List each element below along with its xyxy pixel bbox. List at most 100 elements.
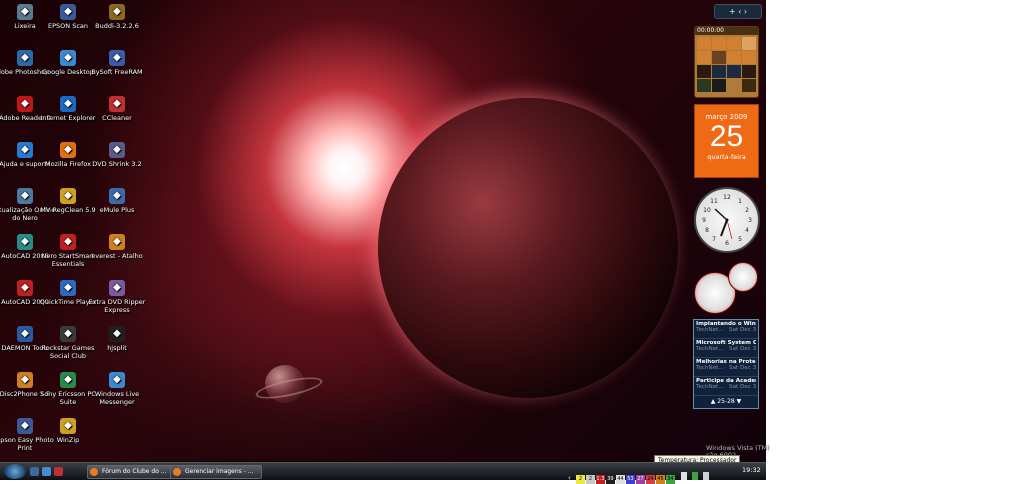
taskbar-item-forum[interactable]: Fórum do Clube do ... <box>87 465 179 479</box>
desktop-icon-label: BySoft FreeRAM <box>91 68 143 76</box>
sidebar-controls[interactable]: + ‹ › <box>714 4 762 19</box>
desktop-icon-label: eMule Plus <box>99 206 135 214</box>
hjsplit-icon: ◆ <box>109 326 125 342</box>
epson-photo-icon: ◆ <box>17 418 33 434</box>
dvd-ripper-icon: ◆ <box>109 280 125 296</box>
switch-windows-icon[interactable] <box>42 467 51 476</box>
svg-text:12: 12 <box>723 194 731 201</box>
tray-readout[interactable]: 45 <box>655 475 665 484</box>
firefox-icon: ◆ <box>60 142 76 158</box>
svg-text:3: 3 <box>748 217 752 224</box>
scanner-icon: ◆ <box>60 4 76 20</box>
clock-face-icon: 12 12 3 45 6 78 9 10 11 <box>702 194 752 247</box>
trash-icon: ◆ <box>17 4 33 20</box>
help-icon: ◆ <box>17 142 33 158</box>
puzzle-grid[interactable] <box>695 35 758 94</box>
news-item[interactable]: Melhorias na Proteçã...TechNet... Sat De… <box>694 358 758 377</box>
pager-down-icon[interactable]: ▼ <box>737 398 742 405</box>
cpu-meter-gadget[interactable] <box>694 262 758 314</box>
show-desktop-icon[interactable] <box>30 467 39 476</box>
svg-text:5: 5 <box>738 236 742 243</box>
pager-up-icon[interactable]: ▲ <box>711 398 716 405</box>
desktop-icon-label: everest - Atalho <box>91 252 143 260</box>
tray-readout[interactable]: 39 <box>605 475 615 484</box>
svg-text:1: 1 <box>738 198 742 205</box>
start-button[interactable] <box>4 464 26 479</box>
desktop-icon[interactable]: ◆ WinZip <box>35 418 101 444</box>
autocad-icon: ◆ <box>17 234 33 250</box>
tray-readout[interactable]: 24 <box>645 475 655 484</box>
desktop-icon-label: Lixeira <box>14 22 36 30</box>
taskbar-clock[interactable]: 19:32 <box>742 466 761 474</box>
freeram-icon: ◆ <box>109 50 125 66</box>
desktop-icon[interactable]: ◆ CCleaner <box>84 96 150 122</box>
nero-update-icon: ◆ <box>17 188 33 204</box>
desktop-icon[interactable]: ◆ everest - Atalho <box>84 234 150 260</box>
tray-readout[interactable]: 2 <box>575 475 585 484</box>
daemon-tools-icon: ◆ <box>17 326 33 342</box>
desktop-icon[interactable]: ◆ DVD Shrink 3.2 <box>84 142 150 168</box>
photoshop-icon: ◆ <box>17 50 33 66</box>
tray-readout[interactable]: 34 <box>665 475 675 484</box>
news-item[interactable]: Participe da Academi...TechNet... Sat De… <box>694 377 758 396</box>
news-pager[interactable]: ▲ 25-28 ▼ <box>694 396 758 408</box>
clock-gadget[interactable]: 12 1 2 3 45 6 78 9 10 11 <box>694 187 760 253</box>
adobe-reader-icon: ◆ <box>17 96 33 112</box>
svg-text:2: 2 <box>745 207 749 214</box>
news-feed-gadget[interactable]: Implantando o Wind...TechNet... Sat Dec … <box>693 319 759 409</box>
firefox-icon <box>90 468 98 476</box>
taskbar-item-images[interactable]: Gerenciar imagens - ... <box>170 465 262 479</box>
calendar-weekday: quarta-feira <box>707 153 746 161</box>
desktop-icon[interactable]: ◆ hjsplit <box>84 326 150 352</box>
ccleaner-icon: ◆ <box>109 96 125 112</box>
news-meta: TechNet... Sat Dec 30 <box>696 384 756 390</box>
news-meta: TechNet... Sat Dec 30 <box>696 327 756 333</box>
tray-readout[interactable]: 1.3 <box>595 475 605 484</box>
calendar-day: 25 <box>709 120 744 153</box>
desktop-icon[interactable]: ◆ BySoft FreeRAM <box>84 50 150 76</box>
tray-readout[interactable]: 27 <box>635 475 645 484</box>
tray-readout[interactable]: 2 <box>585 475 595 484</box>
news-item[interactable]: Implantando o Wind...TechNet... Sat Dec … <box>694 320 758 339</box>
desktop-icon-label: CCleaner <box>102 114 132 122</box>
rockstar-icon: ◆ <box>60 326 76 342</box>
memory-gauge-icon <box>728 262 758 292</box>
desktop-icon[interactable]: ◆ Windows Live Messenger <box>84 372 150 406</box>
disc2phone-icon: ◆ <box>17 372 33 388</box>
tray-expand-icon[interactable]: ‹ <box>568 474 571 482</box>
desktop-icon-label: hjsplit <box>107 344 127 352</box>
svg-text:4: 4 <box>745 227 749 234</box>
quicktime-icon: ◆ <box>60 280 76 296</box>
sony-ericsson-icon: ◆ <box>60 372 76 388</box>
tray-temperature-readouts[interactable]: 2 2 1.3 39 44 53 27 24 45 34 <box>575 465 676 484</box>
news-list: Implantando o Wind...TechNet... Sat Dec … <box>694 320 758 396</box>
desktop-icon[interactable]: ◆ Extra DVD Ripper Express <box>84 280 150 314</box>
svg-text:10: 10 <box>703 207 711 214</box>
news-meta: TechNet... Sat Dec 30 <box>696 365 756 371</box>
tray-readout[interactable]: 53 <box>625 475 635 484</box>
everest-icon: ◆ <box>109 234 125 250</box>
regclean-icon: ◆ <box>60 188 76 204</box>
desktop-icon[interactable]: ◆ Buddi-3.2.2.6 <box>84 4 150 30</box>
svg-text:8: 8 <box>705 227 709 234</box>
dvd-shrink-icon: ◆ <box>109 142 125 158</box>
winzip-icon: ◆ <box>60 418 76 434</box>
desktop-icon-label: DVD Shrink 3.2 <box>92 160 142 168</box>
desktop-icon-label: WinZip <box>56 436 80 444</box>
desktop-icon[interactable]: ◆ eMule Plus <box>84 188 150 214</box>
internet-explorer-icon: ◆ <box>60 96 76 112</box>
svg-text:9: 9 <box>702 217 706 224</box>
nero-icon: ◆ <box>60 234 76 250</box>
planet-wallpaper <box>378 98 678 398</box>
desktop-icon-label: EPSON Scan <box>48 22 88 30</box>
news-item[interactable]: Microsoft System Ce...TechNet... Sat Dec… <box>694 339 758 358</box>
tray-readout[interactable]: 44 <box>615 475 625 484</box>
puzzle-gadget[interactable]: 00:00:00 <box>694 26 759 98</box>
cube-icon: ◆ <box>109 4 125 20</box>
pager-range: 25-28 <box>717 398 735 405</box>
system-tray: ‹ 2 2 1.3 39 44 53 27 24 45 34 <box>568 465 710 484</box>
autocad-icon: ◆ <box>17 280 33 296</box>
quicklaunch-icon[interactable] <box>54 467 63 476</box>
calendar-gadget[interactable]: março 2009 25 quarta-feira <box>694 104 759 178</box>
svg-text:6: 6 <box>725 240 729 247</box>
